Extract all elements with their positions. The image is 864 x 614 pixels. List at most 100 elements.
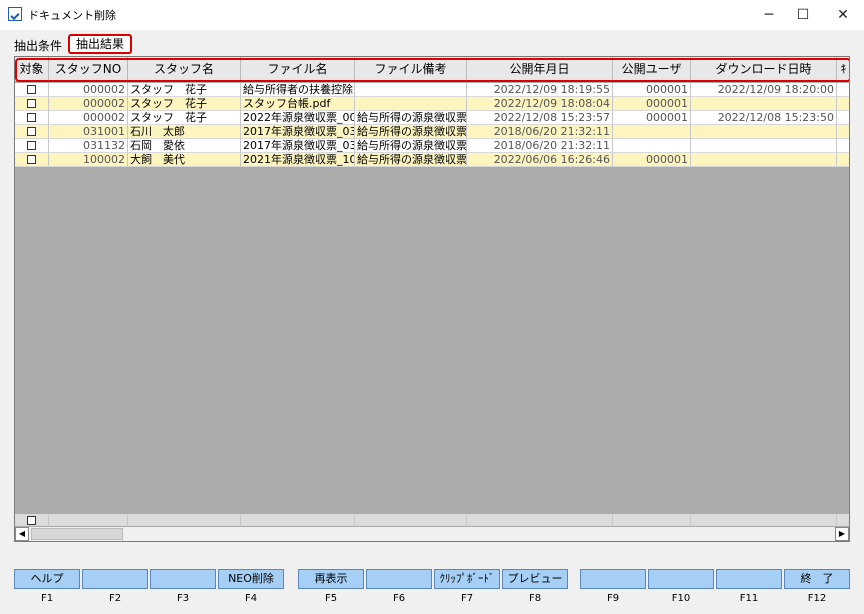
cell-download-time bbox=[691, 97, 837, 111]
fkey-label-f6: F6 bbox=[392, 593, 406, 604]
results-grid[interactable]: 対象 スタッフNO スタッフ名 ファイル名 ファイル備考 公開年月日 公開ユーザ ダウンロード… bbox=[14, 56, 850, 542]
cell-file-name: スタッフ台帳.pdf bbox=[241, 97, 355, 111]
cell-target bbox=[15, 139, 49, 153]
column-header-publish-user[interactable]: 公開ユーザ bbox=[613, 57, 691, 81]
row-select-checkbox[interactable] bbox=[27, 155, 36, 164]
cell-file-note: 給与所得の源泉徴収票 bbox=[355, 111, 467, 125]
cell-staff-name: スタッフ 花子 bbox=[128, 83, 241, 97]
table-row[interactable]: 000002 スタッフ 花子 スタッフ台帳.pdf 2022/12/09 18:08:… bbox=[15, 97, 849, 111]
footer-cell bbox=[49, 514, 128, 526]
cell-publish-user: 000001 bbox=[613, 83, 691, 97]
footer-cell bbox=[241, 514, 355, 526]
cell-extra bbox=[837, 83, 849, 97]
horizontal-scrollbar[interactable]: ◀ ▶ bbox=[15, 527, 849, 541]
fkey-button-f8[interactable]: プレビュー bbox=[502, 569, 568, 589]
fkey-label-f3: F3 bbox=[176, 593, 190, 604]
row-select-checkbox[interactable] bbox=[27, 127, 36, 136]
fkey-button-f6[interactable] bbox=[366, 569, 432, 589]
select-all-checkbox[interactable] bbox=[27, 516, 36, 525]
cell-file-note: 給与所得の源泉徴収票 bbox=[355, 153, 467, 167]
row-select-checkbox[interactable] bbox=[27, 99, 36, 108]
fkey-label-f7: F7 bbox=[460, 593, 474, 604]
footer-cell bbox=[613, 514, 691, 526]
cell-staff-no: 000002 bbox=[49, 111, 128, 125]
fkey-label-f5: F5 bbox=[324, 593, 338, 604]
cell-file-note bbox=[355, 83, 467, 97]
table-row[interactable]: 000002 スタッフ 花子 給与所得者の扶養控除 2022/12/09 18:19:… bbox=[15, 83, 849, 97]
cell-download-time: 2022/12/08 15:23:50 bbox=[691, 111, 837, 125]
close-button[interactable]: ✕ bbox=[820, 0, 864, 30]
cell-file-name: 給与所得者の扶養控除 bbox=[241, 83, 355, 97]
cell-published: 2022/12/09 18:08:04 bbox=[467, 97, 613, 111]
fkey-button-f11[interactable] bbox=[716, 569, 782, 589]
fkey-button-f12[interactable]: 終 了 bbox=[784, 569, 850, 589]
column-header-extra[interactable]: ｷ bbox=[837, 57, 849, 81]
fkey-button-f10[interactable] bbox=[648, 569, 714, 589]
fkey-button-f5[interactable]: 再表示 bbox=[298, 569, 364, 589]
table-row[interactable]: 031132 石岡 愛依 2017年源泉徴収票_03 給与所得の源泉徴収票 2018/0… bbox=[15, 139, 849, 153]
fkey-label-f1: F1 bbox=[40, 593, 54, 604]
row-select-checkbox[interactable] bbox=[27, 141, 36, 150]
column-header-staff-no[interactable]: スタッフNO bbox=[49, 57, 128, 81]
cell-target bbox=[15, 153, 49, 167]
cell-download-time: 2022/12/09 18:20:00 bbox=[691, 83, 837, 97]
column-header-file-name[interactable]: ファイル名 bbox=[241, 57, 355, 81]
cell-download-time bbox=[691, 153, 837, 167]
cell-publish-user bbox=[613, 125, 691, 139]
cell-staff-name: スタッフ 花子 bbox=[128, 97, 241, 111]
column-header-target[interactable]: 対象 bbox=[15, 57, 49, 81]
column-header-download-time[interactable]: ダウンロード日時 bbox=[691, 57, 837, 81]
grid-footer-row bbox=[15, 514, 849, 526]
cell-target bbox=[15, 111, 49, 125]
footer-cell bbox=[691, 514, 837, 526]
scroll-thumb[interactable] bbox=[31, 528, 123, 540]
fkey-label-f11: F11 bbox=[739, 593, 759, 604]
cell-publish-user: 000001 bbox=[613, 111, 691, 125]
title-bar: ドキュメント削除 ─ ☐ ✕ bbox=[0, 0, 864, 30]
footer-cell-target bbox=[15, 514, 49, 526]
cell-download-time bbox=[691, 125, 837, 139]
fkey-button-f2[interactable] bbox=[82, 569, 148, 589]
cell-file-note: 給与所得の源泉徴収票 bbox=[355, 125, 467, 139]
app-icon bbox=[8, 7, 22, 21]
table-row[interactable]: 031001 石川 太郎 2017年源泉徴収票_03 給与所得の源泉徴収票 2018/0… bbox=[15, 125, 849, 139]
footer-cell bbox=[355, 514, 467, 526]
footer-cell bbox=[128, 514, 241, 526]
fkey-button-f4[interactable]: NEO削除 bbox=[218, 569, 284, 589]
cell-file-name: 2017年源泉徴収票_03 bbox=[241, 125, 355, 139]
fkey-button-f7[interactable]: ｸﾘｯﾌﾟﾎﾞｰﾄﾞ bbox=[434, 569, 500, 589]
cell-staff-name: 大飼 美代 bbox=[128, 153, 241, 167]
cell-extra bbox=[837, 97, 849, 111]
cell-extra bbox=[837, 111, 849, 125]
fkey-label-f12: F12 bbox=[807, 593, 827, 604]
cell-download-time bbox=[691, 139, 837, 153]
fkey-button-f3[interactable] bbox=[150, 569, 216, 589]
table-row[interactable]: 000002 スタッフ 花子 2022年源泉徴収票_00 給与所得の源泉徴収票 2022… bbox=[15, 111, 849, 125]
cell-extra bbox=[837, 125, 849, 139]
fkey-label-f10: F10 bbox=[671, 593, 691, 604]
cell-file-name: 2017年源泉徴収票_03 bbox=[241, 139, 355, 153]
table-row[interactable]: 100002 大飼 美代 2021年源泉徴収票_10 給与所得の源泉徴収票 2022/0… bbox=[15, 153, 849, 167]
cell-staff-no: 031132 bbox=[49, 139, 128, 153]
footer-cell bbox=[467, 514, 613, 526]
grid-header: 対象 スタッフNO スタッフ名 ファイル名 ファイル備考 公開年月日 公開ユーザ ダウンロード… bbox=[15, 57, 849, 81]
scroll-left-icon[interactable]: ◀ bbox=[15, 527, 29, 541]
cell-file-note: 給与所得の源泉徴収票 bbox=[355, 139, 467, 153]
tab-extract-results[interactable]: 抽出結果 bbox=[68, 34, 133, 54]
cell-staff-no: 100002 bbox=[49, 153, 128, 167]
column-header-file-note[interactable]: ファイル備考 bbox=[355, 57, 467, 81]
column-header-published[interactable]: 公開年月日 bbox=[467, 57, 613, 81]
cell-file-note bbox=[355, 97, 467, 111]
cell-publish-user bbox=[613, 139, 691, 153]
cell-staff-name: スタッフ 花子 bbox=[128, 111, 241, 125]
tab-extract-conditions[interactable]: 抽出条件 bbox=[14, 37, 62, 54]
row-select-checkbox[interactable] bbox=[27, 113, 36, 122]
column-header-staff-name[interactable]: スタッフ名 bbox=[128, 57, 241, 81]
row-select-checkbox[interactable] bbox=[27, 85, 36, 94]
cell-published: 2022/06/06 16:26:46 bbox=[467, 153, 613, 167]
fkey-button-f1[interactable]: ヘルプ bbox=[14, 569, 80, 589]
cell-staff-no: 031001 bbox=[49, 125, 128, 139]
cell-file-name: 2022年源泉徴収票_00 bbox=[241, 111, 355, 125]
fkey-button-f9[interactable] bbox=[580, 569, 646, 589]
scroll-right-icon[interactable]: ▶ bbox=[835, 527, 849, 541]
